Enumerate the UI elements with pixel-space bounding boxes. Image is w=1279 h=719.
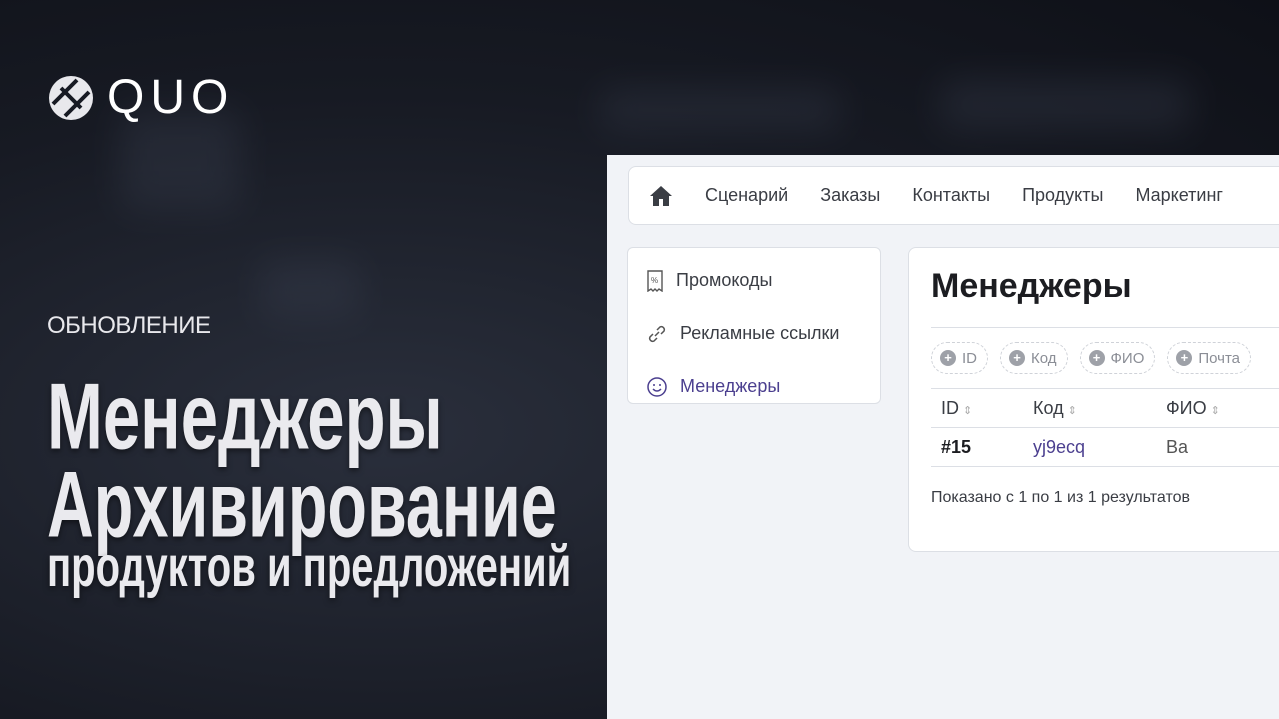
filter-code[interactable]: + Код [1000, 342, 1068, 374]
nav-item-marketing[interactable]: Маркетинг [1135, 185, 1223, 206]
smile-icon [647, 376, 667, 397]
nav-item-orders[interactable]: Заказы [820, 185, 880, 206]
promo-headline-3: продуктов и предложений [47, 533, 572, 599]
table-header: ID ⇕ Код ⇕ ФИО ⇕ [931, 389, 1279, 427]
filter-name[interactable]: + ФИО [1079, 342, 1156, 374]
cell-id: #15 [941, 436, 972, 457]
brand-logo: QUO [47, 70, 234, 125]
top-nav: Сценарий Заказы Контакты Продукты Маркет… [628, 166, 1279, 225]
plus-icon: + [1088, 350, 1105, 366]
cell-code-link[interactable]: yj9ecq [1033, 437, 1166, 458]
nav-item-scenario[interactable]: Сценарий [705, 185, 788, 206]
sort-icon: ⇕ [1210, 404, 1220, 417]
plus-icon: + [1009, 350, 1025, 366]
sidebar-item-ad-links[interactable]: Рекламные ссылки [628, 307, 880, 360]
table-row[interactable]: #15 yj9ecq Ва [931, 428, 1279, 466]
column-name[interactable]: ФИО ⇕ [1166, 398, 1276, 419]
sidebar-item-managers[interactable]: Менеджеры [628, 360, 880, 413]
page-title: Менеджеры [931, 267, 1132, 305]
column-id[interactable]: ID ⇕ [931, 398, 1033, 419]
column-code[interactable]: Код ⇕ [1033, 398, 1166, 419]
home-icon[interactable] [649, 185, 673, 207]
filter-email[interactable]: + Почта [1167, 342, 1252, 374]
sort-icon: ⇕ [963, 404, 973, 417]
nav-item-products[interactable]: Продукты [1022, 185, 1103, 206]
sidebar: % Промокоды Рекламные ссылки Менеджеры [627, 247, 881, 404]
promo-kicker: ОБНОВЛЕНИЕ [47, 312, 211, 339]
plus-icon: + [1176, 350, 1193, 366]
plus-icon: + [940, 350, 956, 366]
divider [931, 466, 1279, 467]
filter-chips: + ID + Код + ФИО + Почта [931, 328, 1279, 388]
managers-card: Менеджеры + ID + Код + ФИО + Почта ID ⇕ Код ⇕ … [908, 247, 1279, 552]
receipt-percent-icon: % [647, 269, 663, 292]
svg-text:%: % [651, 276, 658, 285]
nav-item-contacts[interactable]: Контакты [912, 185, 990, 206]
brand-name: QUO [107, 71, 235, 124]
sort-icon: ⇕ [1067, 404, 1077, 417]
link-icon [648, 325, 666, 342]
quo-logo-icon [49, 75, 93, 120]
filter-id[interactable]: + ID [931, 342, 988, 374]
cell-name: Ва [1166, 436, 1189, 457]
sidebar-item-promocodes[interactable]: % Промокоды [628, 254, 880, 307]
app-screenshot: Сценарий Заказы Контакты Продукты Маркет… [607, 155, 1279, 719]
pagination-summary: Показано с 1 по 1 из 1 результатов [931, 489, 1190, 506]
